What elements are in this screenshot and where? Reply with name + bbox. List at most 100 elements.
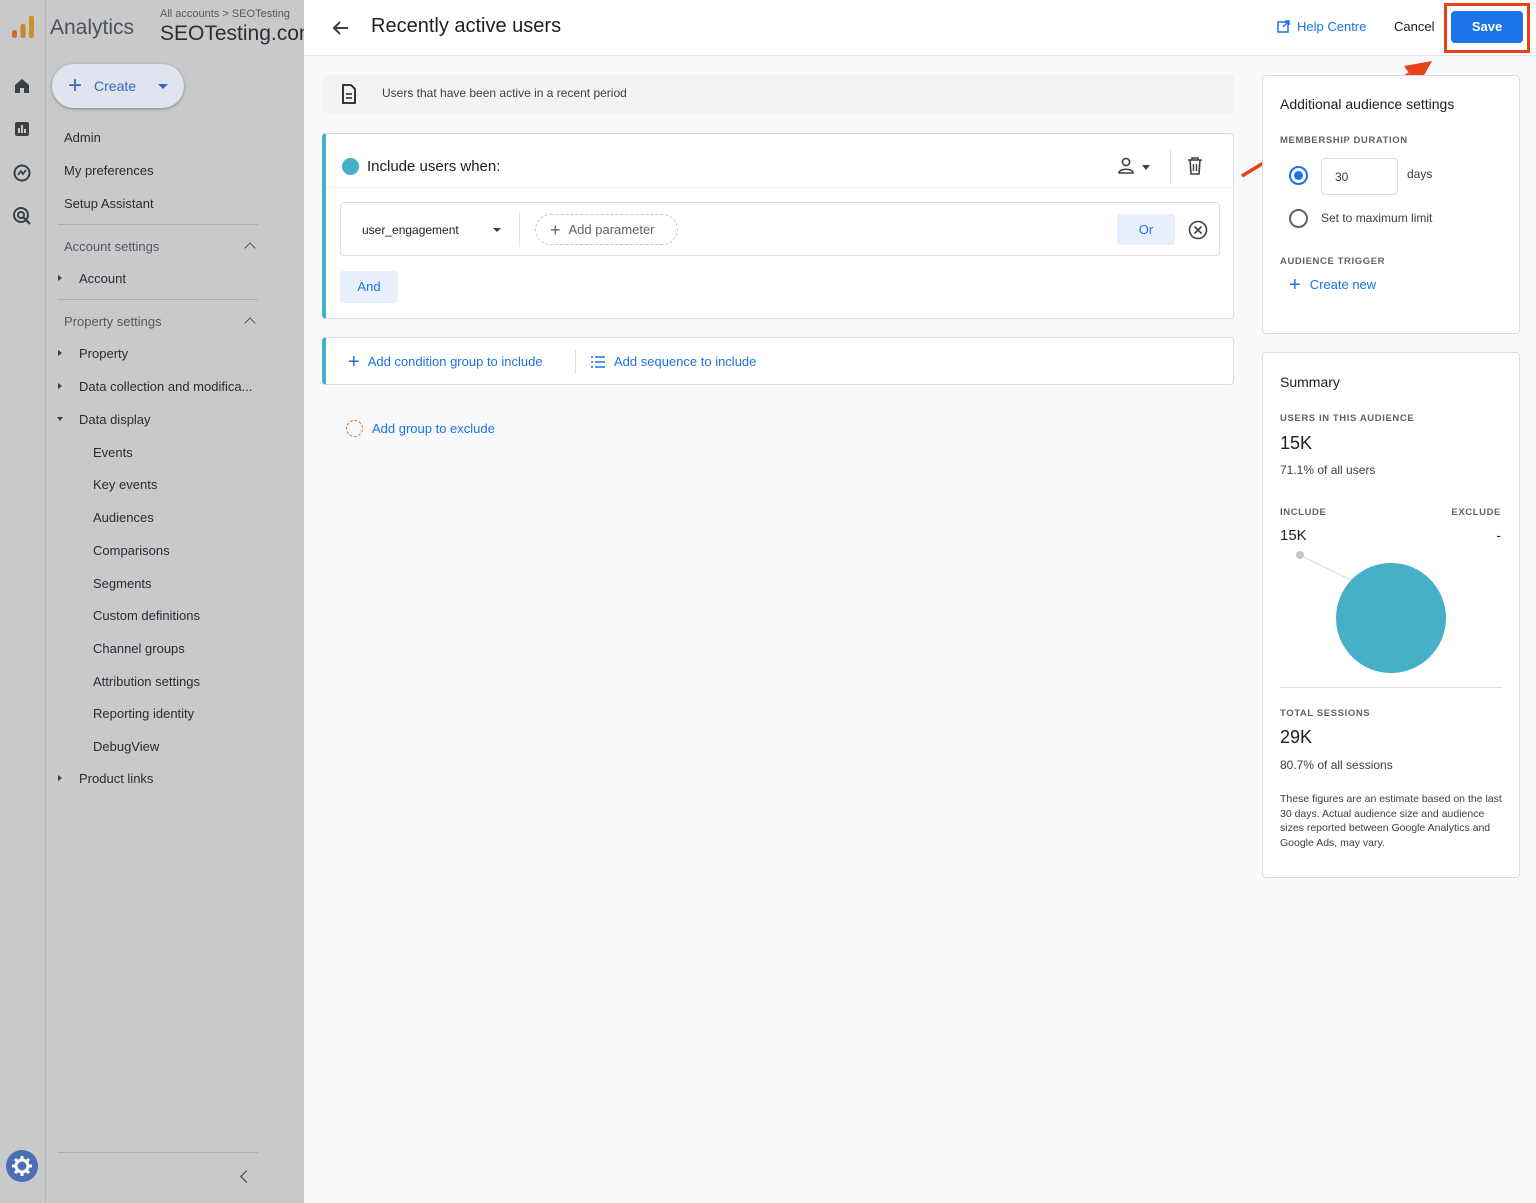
nav-item-debugview[interactable]: DebugView [93, 739, 159, 754]
condition-row: user_engagement + Add parameter Or [340, 202, 1220, 256]
separator [575, 350, 576, 374]
plus-icon: + [348, 350, 360, 373]
user-scope-icon[interactable] [1116, 156, 1136, 176]
add-exclude-label: Add group to exclude [372, 421, 495, 436]
divider [58, 299, 258, 300]
nav-item-custom-definitions[interactable]: Custom definitions [93, 608, 200, 623]
expand-arrow-icon[interactable] [58, 383, 62, 389]
event-selector[interactable]: user_engagement [362, 223, 459, 237]
chevron-down-icon[interactable] [1142, 165, 1150, 170]
chevron-up-icon[interactable] [244, 242, 256, 254]
breadcrumb[interactable]: All accounts > SEOTesting [160, 8, 290, 20]
explore-icon[interactable] [11, 162, 33, 184]
help-centre-link[interactable]: Help Centre [1276, 19, 1366, 34]
include-users-label: Include users when: [367, 158, 501, 175]
nav-item-segments[interactable]: Segments [93, 576, 152, 591]
expand-arrow-icon[interactable] [58, 275, 62, 281]
include-slice [1336, 563, 1446, 673]
sessions-caption: TOTAL SESSIONS [1280, 708, 1371, 719]
expand-arrow-icon[interactable] [58, 775, 62, 781]
audience-description: Users that have been active in a recent … [322, 75, 1234, 113]
delete-icon[interactable] [1186, 156, 1204, 176]
collapse-nav-icon[interactable] [240, 1170, 253, 1183]
nav-item-my-preferences[interactable]: My preferences [64, 163, 154, 178]
add-exclude-group-button[interactable]: Add group to exclude [346, 420, 495, 437]
plus-icon: + [550, 219, 561, 240]
nav-item-property[interactable]: Property [79, 346, 128, 361]
plus-icon: + [1289, 273, 1301, 296]
admin-gear-icon[interactable] [6, 1150, 38, 1182]
nav-item-product-links[interactable]: Product links [79, 771, 153, 786]
users-percentage: 71.1% of all users [1280, 463, 1376, 477]
add-condition-group-button[interactable]: + Add condition group to include [348, 350, 543, 373]
create-trigger-button[interactable]: + Create new [1289, 273, 1376, 296]
audience-settings-card: Additional audience settings MEMBERSHIP … [1262, 75, 1520, 334]
plus-icon: + [68, 72, 83, 99]
audience-editor: Recently active users Help Centre Cancel… [304, 0, 1536, 1203]
summary-card: Summary USERS IN THIS AUDIENCE 15K 71.1%… [1262, 352, 1520, 878]
app-title: Analytics [50, 16, 135, 39]
divider [326, 187, 1234, 188]
nav-item-key-events[interactable]: Key events [93, 477, 157, 492]
exclude-circle-icon [346, 420, 363, 437]
max-limit-radio[interactable] [1289, 209, 1308, 228]
include-value: 15K [1280, 527, 1307, 544]
expand-arrow-icon[interactable] [58, 350, 62, 356]
chevron-down-icon[interactable] [493, 228, 501, 232]
users-caption: USERS IN THIS AUDIENCE [1280, 413, 1415, 424]
add-sequence-label: Add sequence to include [614, 354, 757, 369]
external-link-icon [1277, 20, 1290, 33]
estimate-note: These figures are an estimate based on t… [1280, 793, 1502, 849]
nav-item-attribution-settings[interactable]: Attribution settings [93, 674, 200, 689]
max-limit-label: Set to maximum limit [1321, 211, 1433, 225]
top-bar: Recently active users Help Centre Cancel… [304, 0, 1536, 56]
nav-item-data-collection[interactable]: Data collection and modifica... [79, 379, 252, 394]
nav-item-account[interactable]: Account [79, 271, 126, 286]
add-parameter-button[interactable]: + Add parameter [535, 214, 678, 245]
nav-item-channel-groups[interactable]: Channel groups [93, 641, 185, 656]
nav-item-events[interactable]: Events [93, 445, 133, 460]
duration-days-input[interactable]: 30 [1321, 158, 1398, 195]
nav-item-audiences[interactable]: Audiences [93, 510, 154, 525]
nav-item-setup-assistant[interactable]: Setup Assistant [64, 196, 154, 211]
add-sequence-button[interactable]: Add sequence to include [590, 354, 756, 369]
home-icon[interactable] [11, 75, 33, 97]
document-icon [342, 84, 356, 104]
back-arrow-icon[interactable] [330, 17, 352, 39]
duration-days-radio[interactable] [1289, 166, 1308, 185]
or-button[interactable]: Or [1117, 214, 1175, 245]
admin-nav-panel: Analytics All accounts > SEOTesting SEOT… [46, 0, 304, 1203]
reports-icon[interactable] [11, 118, 33, 140]
nav-header-account-settings[interactable]: Account settings [64, 239, 159, 254]
chevron-up-icon[interactable] [244, 317, 256, 329]
condition-group: Include users when: user_engagement + Ad… [322, 133, 1234, 319]
nav-item-admin[interactable]: Admin [64, 130, 101, 145]
exclude-caption: EXCLUDE [1451, 507, 1501, 518]
nav-item-comparisons[interactable]: Comparisons [93, 543, 170, 558]
days-label: days [1407, 167, 1433, 181]
exclude-value: - [1496, 527, 1501, 543]
include-caption: INCLUDE [1280, 507, 1327, 518]
cancel-button[interactable]: Cancel [1394, 19, 1434, 34]
chevron-down-icon [158, 83, 169, 89]
save-highlight-box [1444, 3, 1530, 53]
divider [58, 224, 258, 225]
create-button[interactable]: + Create [52, 64, 184, 108]
description-text: Users that have been active in a recent … [382, 86, 627, 100]
and-button[interactable]: And [340, 271, 398, 303]
page-title: Recently active users [371, 15, 562, 37]
property-selector[interactable]: SEOTesting.com [160, 22, 304, 46]
collapse-arrow-icon[interactable] [57, 417, 63, 421]
nav-item-reporting-identity[interactable]: Reporting identity [93, 706, 194, 721]
remove-condition-icon[interactable] [1187, 219, 1209, 241]
advertising-icon[interactable] [11, 205, 33, 227]
nav-header-property-settings[interactable]: Property settings [64, 314, 162, 329]
settings-title: Additional audience settings [1280, 96, 1455, 112]
nav-item-data-display[interactable]: Data display [79, 412, 151, 427]
divider [58, 1152, 258, 1153]
sessions-percentage: 80.7% of all sessions [1280, 758, 1393, 772]
sequence-list-icon [591, 355, 605, 368]
create-label: Create [94, 78, 137, 94]
help-centre-label: Help Centre [1297, 19, 1367, 34]
analytics-logo-icon [12, 16, 34, 38]
